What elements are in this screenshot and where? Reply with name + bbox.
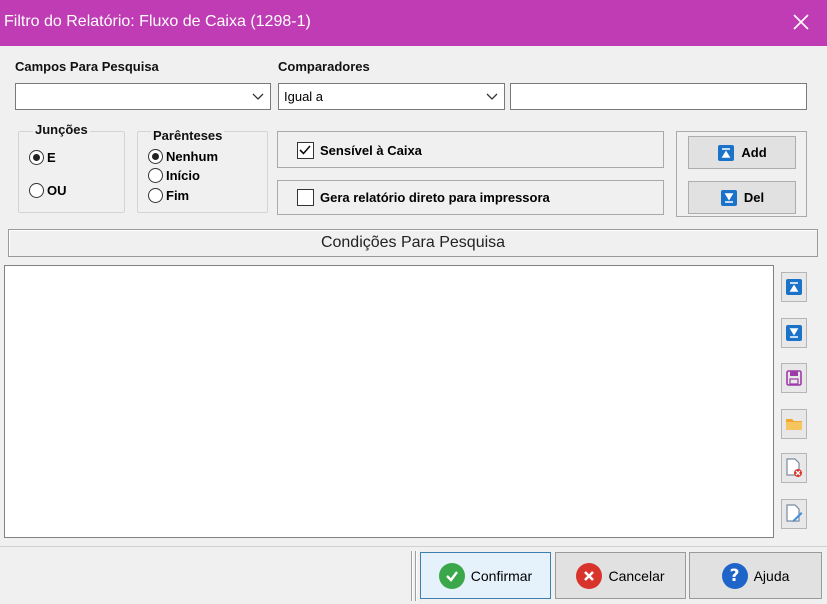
cancel-button[interactable]: Cancelar — [555, 552, 686, 599]
fields-label: Campos Para Pesquisa — [15, 59, 159, 74]
chevron-down-icon — [252, 93, 264, 100]
radio-dot — [29, 183, 44, 198]
save-button[interactable] — [781, 363, 807, 393]
title-bar: Filtro do Relatório: Fluxo de Caixa (129… — [0, 0, 827, 46]
cancel-icon — [576, 562, 603, 589]
case-sensitive-checkbox[interactable]: Sensível à Caixa — [297, 142, 422, 159]
help-button[interactable]: ? Ajuda — [689, 552, 822, 599]
radio-junction-e[interactable]: E — [29, 150, 56, 165]
conditions-header: Condições Para Pesquisa — [8, 229, 818, 257]
footer-separator — [411, 551, 413, 601]
add-icon — [718, 144, 735, 161]
comparators-label: Comparadores — [278, 59, 370, 74]
radio-label: OU — [47, 183, 67, 198]
move-up-icon — [786, 279, 802, 295]
save-icon — [786, 370, 802, 386]
add-label: Add — [741, 145, 767, 160]
conditions-list[interactable] — [4, 265, 774, 538]
comparator-combo[interactable]: Igual a — [278, 83, 505, 110]
conditions-header-label: Condições Para Pesquisa — [320, 234, 506, 251]
delete-file-icon — [786, 458, 802, 477]
edit-file-icon — [786, 504, 803, 522]
chevron-down-icon — [486, 93, 498, 100]
radio-junction-ou[interactable]: OU — [29, 183, 67, 198]
confirm-button[interactable]: Confirmar — [420, 552, 551, 599]
parentheses-title: Parênteses — [151, 128, 225, 143]
window-title: Filtro do Relatório: Fluxo de Caixa (129… — [4, 13, 311, 30]
edit-file-button[interactable] — [781, 499, 807, 529]
radio-paren-fim[interactable]: Fim — [148, 188, 189, 203]
del-label: Del — [743, 190, 765, 205]
radio-dot — [148, 149, 163, 164]
radio-paren-inicio[interactable]: Início — [148, 168, 200, 183]
open-folder-icon — [786, 419, 802, 430]
radio-dot — [148, 168, 163, 183]
close-icon[interactable] — [789, 10, 813, 34]
delete-icon — [720, 189, 737, 206]
junctions-title: Junções — [33, 122, 90, 137]
checkbox-label: Gera relatório direto para impressora — [320, 190, 550, 205]
radio-label: Nenhum — [166, 149, 218, 164]
comparator-value: Igual a — [284, 89, 324, 104]
checkmark-icon — [299, 145, 311, 155]
delete-file-button[interactable] — [781, 453, 807, 483]
checkbox-box — [297, 142, 314, 159]
radio-dot — [29, 150, 44, 165]
fields-combo[interactable] — [15, 83, 271, 110]
footer: Confirmar Cancelar ? Ajuda — [0, 546, 827, 604]
radio-dot — [148, 188, 163, 203]
footer-separator — [415, 551, 417, 601]
checkbox-box — [297, 189, 314, 206]
radio-label: E — [47, 150, 56, 165]
check-icon — [438, 562, 465, 589]
radio-label: Fim — [166, 188, 190, 203]
open-folder-button[interactable] — [781, 409, 807, 439]
value-input[interactable] — [510, 83, 807, 110]
move-down-button[interactable] — [781, 318, 807, 348]
help-icon: ? — [721, 562, 748, 589]
move-up-button[interactable] — [781, 272, 807, 302]
radio-label: Início — [166, 168, 200, 183]
checkbox-label: Sensível à Caixa — [320, 143, 422, 158]
direct-print-checkbox[interactable]: Gera relatório direto para impressora — [297, 189, 550, 206]
confirm-label: Confirmar — [470, 567, 533, 584]
junctions-group — [18, 131, 125, 213]
cancel-label: Cancelar — [608, 567, 665, 584]
add-button[interactable]: Add — [688, 136, 796, 169]
radio-paren-nenhum[interactable]: Nenhum — [148, 149, 218, 164]
dialog-body: Campos Para Pesquisa Comparadores Igual … — [0, 46, 827, 546]
help-label: Ajuda — [753, 567, 790, 584]
del-button[interactable]: Del — [688, 181, 796, 214]
move-down-icon — [786, 325, 802, 341]
